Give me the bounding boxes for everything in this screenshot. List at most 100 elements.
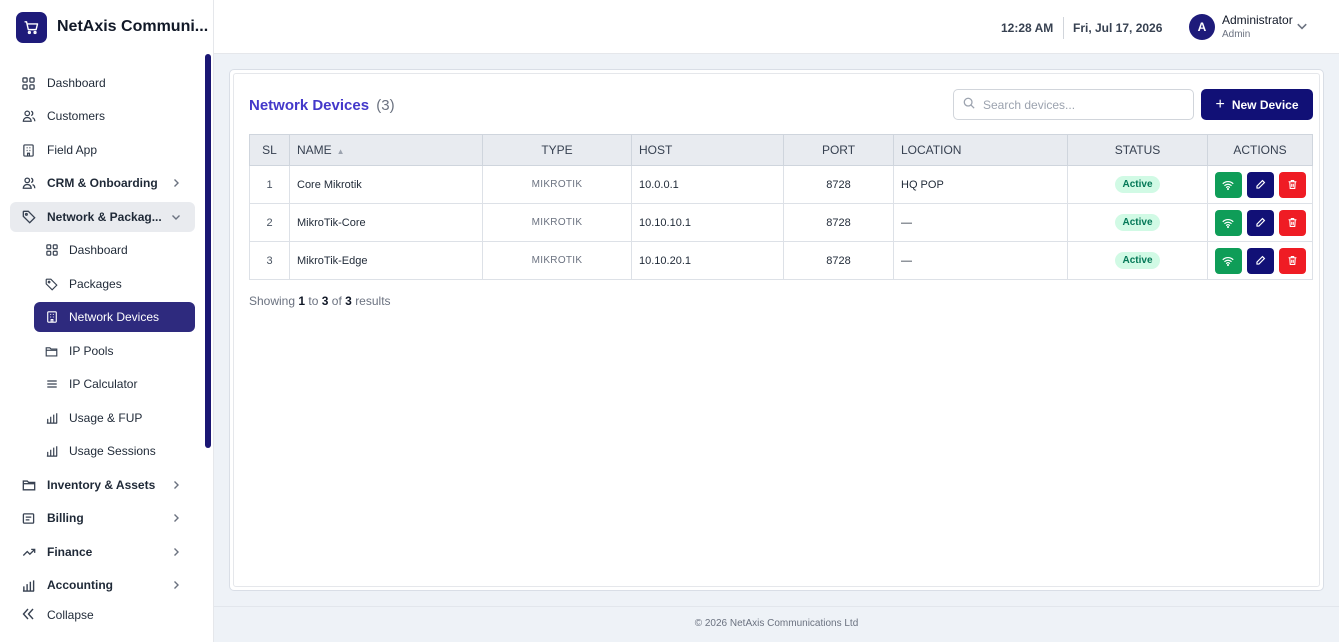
cell-name: Core Mikrotik [289, 165, 483, 204]
sidebar-item-network-dashboard[interactable]: Dashboard [34, 235, 195, 265]
edit-button[interactable] [1246, 171, 1274, 198]
column-header-actions: ACTIONS [1207, 134, 1313, 166]
column-header-status[interactable]: STATUS [1067, 134, 1208, 166]
grid-icon [21, 76, 36, 91]
cell-name: MikroTik-Edge [289, 241, 483, 280]
pencil-icon [1255, 217, 1265, 227]
sidebar-item-label: Usage & FUP [69, 411, 143, 425]
showing-from: 1 [298, 294, 306, 308]
sidebar-item-label: Network Devices [69, 310, 160, 324]
sidebar-item-accounting[interactable]: Accounting [10, 570, 195, 600]
table-row[interactable]: 3 MikroTik-Edge MIKROTIK 10.10.20.1 8728… [249, 241, 1313, 280]
showing-to: 3 [321, 294, 329, 308]
delete-button[interactable] [1278, 209, 1306, 236]
table-header-row: SL NAME ▲ TYPE HOST PORT LOCATION STATUS … [249, 134, 1313, 166]
chevron-right-icon [169, 511, 183, 525]
footer: © 2026 NetAxis Communications Ltd [214, 606, 1339, 642]
billing-icon [21, 511, 36, 526]
sidebar-item-inventory-assets[interactable]: Inventory & Assets [10, 470, 195, 500]
page-title-text: Network Devices [249, 97, 370, 114]
chevron-right-icon [169, 176, 183, 190]
wifi-icon [1222, 218, 1234, 228]
sidebar-item-label: Dashboard [69, 243, 128, 257]
trash-icon [1288, 218, 1296, 227]
showing-to-word: to [308, 294, 319, 308]
device-count: (3) [376, 97, 395, 114]
sidebar-item-network-packages[interactable]: Network & Packag... [10, 202, 195, 232]
status-badge: Active [1115, 214, 1160, 231]
top-bar: 12:28 AM Fri, Jul 17, 2026 A Administrat… [214, 0, 1339, 54]
cell-port: 8728 [783, 241, 894, 280]
edit-button[interactable] [1246, 209, 1274, 236]
plus-icon: + [1215, 95, 1225, 113]
showing-of-word: of [331, 294, 342, 308]
column-header-port[interactable]: PORT [783, 134, 894, 166]
delete-button[interactable] [1278, 171, 1306, 198]
sidebar-scrollbar[interactable] [205, 54, 211, 448]
column-header-name[interactable]: NAME ▲ [289, 134, 483, 166]
bar-chart-icon [21, 578, 36, 593]
sidebar-item-ip-calculator[interactable]: IP Calculator [34, 369, 195, 399]
folder-icon [44, 344, 59, 359]
new-device-button[interactable]: + New Device [1201, 89, 1313, 120]
users-icon [21, 109, 36, 124]
pencil-icon [1255, 179, 1265, 189]
cell-status: Active [1067, 203, 1208, 242]
sidebar-item-dashboard[interactable]: Dashboard [10, 68, 195, 98]
users-icon [21, 176, 36, 191]
building-icon [21, 143, 36, 158]
sidebar-item-packages[interactable]: Packages [34, 269, 195, 299]
brand-name: NetAxis Communi... [57, 18, 209, 35]
column-header-location[interactable]: LOCATION [893, 134, 1068, 166]
chevron-down-icon [169, 210, 183, 224]
search-icon [963, 96, 975, 114]
search-box[interactable] [953, 89, 1194, 120]
cell-status: Active [1067, 165, 1208, 204]
collapse-button[interactable]: Collapse [10, 600, 94, 630]
column-header-host[interactable]: HOST [631, 134, 784, 166]
chevron-down-icon[interactable] [1296, 20, 1310, 34]
table-row[interactable]: 2 MikroTik-Core MIKROTIK 10.10.10.1 8728… [249, 203, 1313, 242]
grid-icon [44, 243, 59, 258]
cell-type: MIKROTIK [482, 241, 632, 280]
building-icon [44, 310, 59, 325]
column-header-sl[interactable]: SL [249, 134, 290, 166]
showing-suffix: results [355, 294, 391, 308]
wifi-icon [1222, 256, 1234, 266]
sidebar-item-network-devices[interactable]: Network Devices [34, 302, 195, 332]
chevron-right-icon [169, 545, 183, 559]
pencil-icon [1255, 255, 1265, 265]
trend-icon [21, 545, 36, 560]
sidebar-item-customers[interactable]: Customers [10, 101, 195, 131]
sidebar-item-field-app[interactable]: Field App [10, 135, 195, 165]
new-device-label: New Device [1231, 97, 1299, 112]
cell-sl: 2 [249, 203, 290, 242]
sidebar-item-label: Usage Sessions [69, 444, 156, 458]
sidebar-item-usage-fup[interactable]: Usage & FUP [34, 403, 195, 433]
delete-button[interactable] [1278, 247, 1306, 274]
sidebar-item-crm-onboarding[interactable]: CRM & Onboarding [10, 168, 195, 198]
sidebar-item-billing[interactable]: Billing [10, 503, 195, 533]
sidebar-item-ip-pools[interactable]: IP Pools [34, 336, 195, 366]
user-name[interactable]: Administrator [1222, 13, 1293, 27]
sidebar-item-label: Accounting [47, 578, 113, 592]
test-connection-button[interactable] [1214, 247, 1242, 274]
test-connection-button[interactable] [1214, 171, 1242, 198]
sidebar-item-usage-sessions[interactable]: Usage Sessions [34, 436, 195, 466]
header-divider [1063, 17, 1064, 39]
sidebar-item-label: Dashboard [47, 76, 106, 90]
pagination-summary: Showing 1 to 3 of 3 results [249, 294, 391, 308]
cell-actions [1207, 203, 1313, 242]
search-input[interactable] [983, 97, 1183, 112]
sidebar-item-finance[interactable]: Finance [10, 537, 195, 567]
avatar[interactable]: A [1189, 14, 1215, 40]
test-connection-button[interactable] [1214, 209, 1242, 236]
cell-host: 10.10.10.1 [631, 203, 784, 242]
cell-host: 10.0.0.1 [631, 165, 784, 204]
cell-status: Active [1067, 241, 1208, 280]
double-chevron-left-icon [21, 607, 35, 624]
column-header-type[interactable]: TYPE [482, 134, 632, 166]
brand[interactable]: NetAxis Communi... [0, 0, 213, 54]
edit-button[interactable] [1246, 247, 1274, 274]
table-row[interactable]: 1 Core Mikrotik MIKROTIK 10.0.0.1 8728 H… [249, 165, 1313, 204]
